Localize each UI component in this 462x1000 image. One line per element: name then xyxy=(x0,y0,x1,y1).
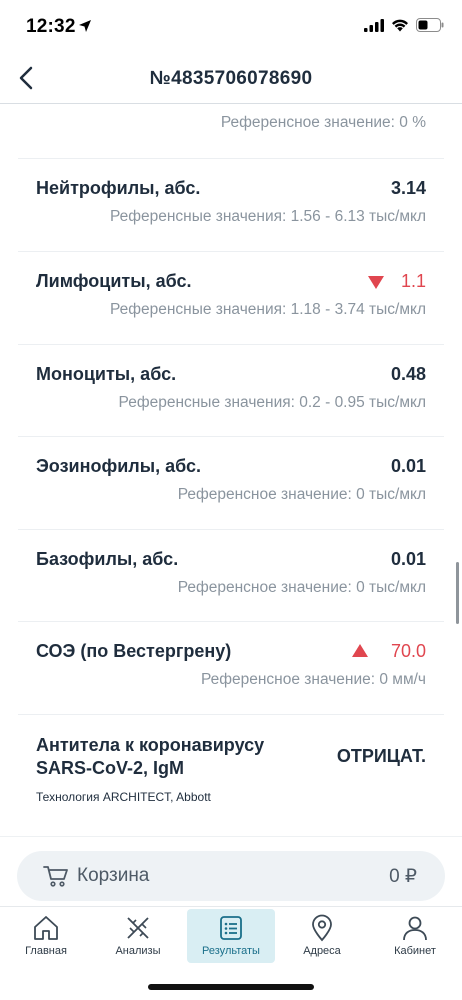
result-name: СОЭ (по Вестергрену) xyxy=(36,641,232,661)
user-icon xyxy=(403,916,427,941)
tab-label: Анализы xyxy=(115,945,161,957)
cart-container: Корзина 0 ₽ xyxy=(0,836,462,906)
result-row: Моноциты, абс. 0.48 Референсные значения… xyxy=(18,345,444,437)
header: №4835706078690 xyxy=(0,52,462,104)
result-value: 1.1 xyxy=(400,271,426,291)
result-row: Антитела к коронавирусу SARS-CoV-2, IgM … xyxy=(18,715,444,837)
result-note: Технология ARCHITECT, Abbott xyxy=(36,790,211,804)
result-row: Базофилы, абс. 0.01 Референсное значение… xyxy=(18,530,444,622)
result-name: Моноциты, абс. xyxy=(36,364,177,384)
result-name-line2: SARS-CoV-2, IgM xyxy=(36,758,185,778)
tab-label: Кабинет xyxy=(394,945,436,957)
tab-addresses[interactable]: Адреса xyxy=(278,909,366,963)
result-value: 3.14 xyxy=(390,178,426,198)
scrollbar[interactable] xyxy=(456,562,459,624)
result-row: СОЭ (по Вестергрену) 70.0 Референсное зн… xyxy=(18,622,444,715)
tab-home[interactable]: Главная xyxy=(2,909,90,963)
home-indicator xyxy=(148,984,314,990)
tab-results[interactable]: Результаты xyxy=(187,909,275,963)
tab-label: Адреса xyxy=(303,945,341,957)
result-reference: Референсное значение: 0 тыс/мкл xyxy=(177,486,426,503)
results-list: Референсное значение: 0 % Нейтрофилы, аб… xyxy=(0,104,462,844)
dna-icon xyxy=(127,917,149,939)
arrow-up-icon xyxy=(352,644,368,657)
result-name: Эозинофилы, абс. xyxy=(36,456,201,476)
tab-analyses[interactable]: Анализы xyxy=(94,909,182,963)
result-reference: Референсные значения: 1.18 - 3.74 тыс/мк… xyxy=(109,301,426,318)
result-value: 70.0 xyxy=(390,641,426,661)
cart-icon xyxy=(43,866,68,887)
home-icon xyxy=(34,916,58,940)
result-value: ОТРИЦАТ. xyxy=(336,746,426,766)
result-row: Эозинофилы, абс. 0.01 Референсное значен… xyxy=(18,437,444,530)
cart-label: Корзина xyxy=(77,865,150,886)
tab-bar: Главная Анализы Результаты Адреса Кабине… xyxy=(0,906,462,966)
signal-icon xyxy=(364,18,384,32)
cart-button[interactable]: Корзина 0 ₽ xyxy=(17,851,445,901)
arrow-down-icon xyxy=(368,276,384,289)
result-reference: Референсные значения: 0.2 - 0.95 тыс/мкл xyxy=(118,394,426,411)
result-name: Нейтрофилы, абс. xyxy=(36,178,201,198)
result-name: Лимфоциты, абс. xyxy=(36,271,192,291)
result-row: Нейтрофилы, абс. 3.14 Референсные значен… xyxy=(18,159,444,252)
result-reference: Референсное значение: 0 мм/ч xyxy=(200,671,426,688)
result-reference: Референсные значения: 1.56 - 6.13 тыс/мк… xyxy=(109,208,426,225)
result-value: 0.48 xyxy=(390,364,426,384)
result-name-line1: Антитела к коронавирусу xyxy=(36,735,265,755)
page-title: №4835706078690 xyxy=(149,68,313,89)
list-icon xyxy=(220,916,242,940)
status-icons xyxy=(364,18,444,32)
result-row: Лимфоциты, абс. 1.1 Референсные значения… xyxy=(18,252,444,345)
location-pin-icon xyxy=(312,914,332,942)
result-value: 0.01 xyxy=(390,549,426,569)
result-name: Базофилы, абс. xyxy=(36,549,179,569)
result-reference: Референсное значение: 0 % xyxy=(220,114,426,131)
status-bar: 12:32 xyxy=(0,0,462,52)
battery-icon xyxy=(416,18,444,32)
result-value: 0.01 xyxy=(390,456,426,476)
location-arrow-icon xyxy=(79,20,91,32)
tab-label: Главная xyxy=(25,945,67,957)
status-time: 12:32 xyxy=(26,16,76,37)
tab-cabinet[interactable]: Кабинет xyxy=(371,909,459,963)
wifi-icon xyxy=(392,19,408,31)
cart-total: 0 ₽ xyxy=(389,866,417,887)
tab-label: Результаты xyxy=(202,945,260,957)
result-reference: Референсное значение: 0 тыс/мкл xyxy=(177,579,426,596)
result-row: Референсное значение: 0 % xyxy=(18,104,444,159)
